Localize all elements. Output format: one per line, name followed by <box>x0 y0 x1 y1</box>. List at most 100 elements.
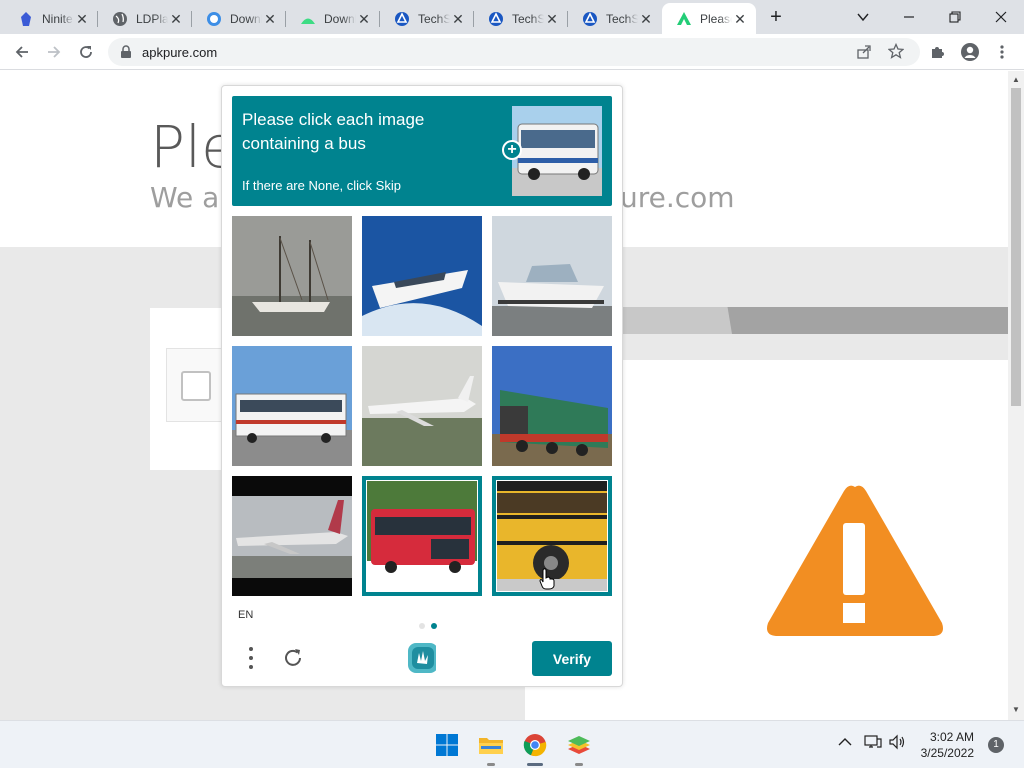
chevron-down-icon <box>857 13 869 22</box>
techspot-icon <box>394 11 410 27</box>
tab-search-button[interactable] <box>840 0 886 34</box>
close-icon[interactable]: ✕ <box>356 11 372 27</box>
browser-toolbar: apkpure.com <box>0 34 1024 70</box>
system-clock[interactable]: 3:02 AM 3/25/2022 <box>912 729 974 761</box>
chevron-up-icon <box>838 738 852 746</box>
restore-button[interactable] <box>932 0 978 34</box>
tab-apkpure[interactable]: Please ✕ <box>662 3 756 34</box>
page-dot-2 <box>431 623 437 629</box>
captcha-checkbox[interactable] <box>181 371 211 401</box>
tab-strip: Ninite ✕ LDPlayer ✕ Download ✕ Download … <box>0 0 1024 34</box>
close-icon[interactable]: ✕ <box>638 11 654 27</box>
avatar-icon <box>961 43 979 61</box>
tab-ldplayer[interactable]: LDPlayer ✕ <box>98 3 192 34</box>
volume-button[interactable] <box>889 734 907 753</box>
scroll-up-arrow-icon[interactable]: ▲ <box>1011 75 1021 85</box>
notification-badge[interactable]: 1 <box>988 737 1004 753</box>
tab-techspot-2[interactable]: TechSpot ✕ <box>474 3 568 34</box>
file-explorer-button[interactable] <box>475 729 507 766</box>
verify-button[interactable]: Verify <box>532 641 612 676</box>
restore-icon <box>949 11 961 23</box>
kebab-menu-icon <box>1000 45 1004 59</box>
tab-techspot-3[interactable]: TechSpot ✕ <box>568 3 662 34</box>
page-dot-1 <box>419 623 425 629</box>
captcha-tile-sailboat[interactable] <box>232 216 352 336</box>
hcaptcha-logo-icon <box>408 643 436 673</box>
globe-icon <box>112 11 128 27</box>
close-icon[interactable]: ✕ <box>450 11 466 27</box>
puzzle-icon <box>932 47 944 58</box>
minimize-icon <box>904 16 914 18</box>
language-selector[interactable]: EN <box>238 609 253 621</box>
bluestacks-icon <box>568 736 590 754</box>
taskbar: 3:02 AM 3/25/2022 1 <box>0 720 1024 768</box>
close-icon[interactable]: ✕ <box>544 11 560 27</box>
close-icon <box>995 11 1007 23</box>
refresh-icon <box>285 649 301 666</box>
reload-icon <box>80 46 92 58</box>
network-icon <box>864 735 882 748</box>
captcha-tile-yacht[interactable] <box>362 216 482 336</box>
new-tab-button[interactable]: + <box>758 0 794 34</box>
android-icon <box>300 11 316 27</box>
captcha-prompt: Please click each image containing a bus… <box>232 96 612 206</box>
start-button[interactable] <box>431 729 463 761</box>
speaker-icon <box>889 734 905 750</box>
warning-icon <box>764 481 946 646</box>
download-site-icon <box>206 11 222 27</box>
captcha-tile-jet[interactable] <box>362 346 482 466</box>
close-icon[interactable]: ✕ <box>732 11 748 27</box>
scrollbar-thumb[interactable] <box>1011 88 1021 406</box>
captcha-tile-bus[interactable] <box>232 346 352 466</box>
clock-time: 3:02 AM <box>929 730 974 744</box>
close-icon[interactable]: ✕ <box>168 11 184 27</box>
hand-cursor-icon <box>539 568 555 595</box>
captcha-skip-hint: If there are None, click Skip <box>242 178 401 193</box>
back-button[interactable] <box>8 38 36 66</box>
captcha-tile-airliner[interactable] <box>232 476 352 596</box>
captcha-checkbox-area <box>166 348 226 422</box>
captcha-tile-train[interactable] <box>492 346 612 466</box>
bluestacks-button[interactable] <box>563 729 595 766</box>
hcaptcha-logo <box>406 642 436 674</box>
captcha-challenge: Please click each image containing a bus… <box>221 85 623 687</box>
refresh-challenge-button[interactable] <box>278 642 308 674</box>
menu-button[interactable] <box>988 38 1016 66</box>
tab-download-1[interactable]: Download ✕ <box>192 3 286 34</box>
techspot-icon <box>488 11 504 27</box>
captcha-menu-button[interactable] <box>236 642 266 674</box>
address-bar[interactable]: apkpure.com <box>108 38 920 66</box>
profile-button[interactable] <box>956 38 984 66</box>
windows-logo-icon <box>436 734 458 756</box>
scroll-down-arrow-icon[interactable]: ▼ <box>1011 705 1021 715</box>
minimize-button[interactable] <box>886 0 932 34</box>
example-bus-image <box>512 106 602 196</box>
expand-example-icon[interactable]: + <box>502 140 522 160</box>
extensions-button[interactable] <box>924 38 952 66</box>
page-indicator <box>416 616 440 634</box>
ninite-icon <box>18 11 34 27</box>
chrome-button[interactable] <box>519 729 551 766</box>
captcha-question: Please click each image containing a bus <box>242 110 425 153</box>
progress-bar-fill <box>620 307 732 334</box>
kebab-menu-icon <box>249 647 253 669</box>
forward-button[interactable] <box>40 38 68 66</box>
url-text: apkpure.com <box>142 45 218 60</box>
tab-techspot-1[interactable]: TechSpot ✕ <box>380 3 474 34</box>
reload-button[interactable] <box>72 38 100 66</box>
tab-ninite[interactable]: Ninite ✕ <box>4 3 98 34</box>
bookmark-star-icon[interactable] <box>887 42 905 64</box>
close-window-button[interactable] <box>978 0 1024 34</box>
show-hidden-icons-button[interactable] <box>838 735 852 752</box>
lock-icon <box>120 45 132 64</box>
clock-date: 3/25/2022 <box>920 746 974 760</box>
chrome-icon <box>523 734 547 757</box>
close-icon[interactable]: ✕ <box>74 11 90 27</box>
network-status-button[interactable] <box>864 734 882 753</box>
captcha-tile-red-bus[interactable] <box>362 476 482 596</box>
captcha-tile-speedboat[interactable] <box>492 216 612 336</box>
tab-download-2[interactable]: Download ✕ <box>286 3 380 34</box>
page-scrollbar[interactable]: ▲ ▼ <box>1008 71 1024 720</box>
close-icon[interactable]: ✕ <box>262 11 278 27</box>
share-icon[interactable] <box>856 44 872 65</box>
